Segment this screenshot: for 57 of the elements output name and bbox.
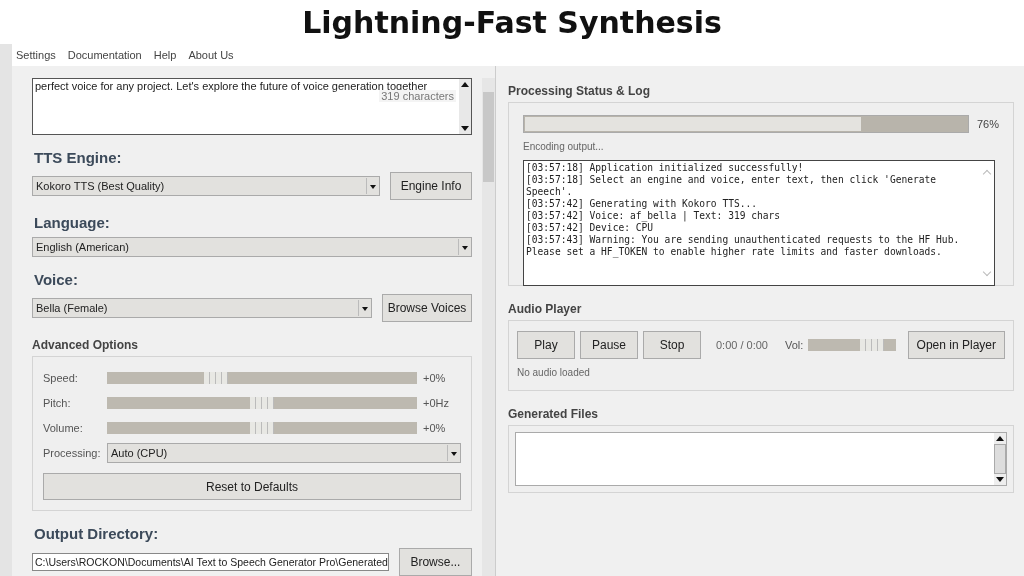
slider-label: Volume:	[43, 421, 84, 434]
log-line: [03:57:18] Select an engine and voice, enter text, then click 'Generate Speech'.	[526, 174, 938, 198]
player-button[interactable]: Pause	[580, 331, 638, 359]
engine-info-button[interactable]: Engine Info	[390, 172, 472, 200]
volume-slider[interactable]	[808, 339, 897, 351]
reset-button[interactable]: Reset to Defaults	[43, 473, 461, 500]
slider-value: +0%	[422, 371, 447, 384]
scrollbar[interactable]	[459, 79, 471, 134]
slider-label: Speed:	[43, 371, 79, 384]
player-button[interactable]: Play	[517, 331, 575, 359]
slider-thumb[interactable]	[203, 371, 228, 384]
slider-thumb[interactable]	[250, 421, 274, 434]
slider-thumb[interactable]	[859, 339, 884, 351]
menu-item[interactable]: Settings	[16, 49, 56, 61]
character-count: 319 characters	[379, 90, 456, 102]
log-line: [03:57:42] Device: CPU	[526, 222, 655, 234]
menu-item[interactable]: About Us	[188, 49, 234, 61]
processing-dropdown[interactable]: Auto (CPU)	[107, 442, 461, 463]
open-in-player-button[interactable]: Open in Player	[907, 331, 1005, 359]
group-title: Advanced Options	[32, 338, 139, 352]
slider[interactable]	[107, 396, 417, 409]
progress-value: 76%	[975, 118, 999, 130]
group-title: Processing Status & Log	[508, 84, 652, 98]
slider-thumb[interactable]	[250, 396, 274, 409]
menu-item[interactable]: Help	[153, 49, 177, 61]
slider[interactable]	[107, 421, 417, 434]
menu-item[interactable]: Documentation	[67, 49, 142, 61]
status-message: Encoding output...	[523, 141, 605, 152]
language-dropdown[interactable]: English (American)	[32, 237, 472, 257]
browse-button[interactable]: Browse...	[398, 548, 472, 576]
volume-label: Vol:	[785, 339, 804, 351]
slider-value: +0%	[422, 421, 447, 434]
section-label: TTS Engine:	[34, 149, 123, 166]
slider[interactable]	[107, 371, 417, 384]
voice-dropdown[interactable]: Bella (Female)	[32, 298, 372, 318]
scrollbar[interactable]	[482, 78, 495, 576]
banner-title: Lightning-Fast Synthesis	[302, 4, 722, 40]
player-status: No audio loaded	[517, 367, 591, 378]
scrollbar[interactable]	[994, 433, 1006, 485]
slider-value: +0Hz	[422, 396, 450, 409]
engine-dropdown[interactable]: Kokoro TTS (Best Quality)	[32, 176, 380, 196]
group-title: Generated Files	[508, 407, 600, 421]
text-input[interactable]: perfect voice for any project. Let's explore the future of voice generation together 319 characters	[32, 78, 472, 135]
section-label: Language:	[34, 214, 111, 231]
path-field[interactable]: C:\Users\ROCKON\Documents\AI Text to Speech Generator Pro\Generated	[32, 553, 389, 571]
player-button[interactable]: Stop	[643, 331, 701, 359]
field-label: Processing:	[43, 446, 102, 459]
browse-voices-button[interactable]: Browse Voices	[382, 294, 472, 322]
time-readout: 0:00 / 0:00	[716, 339, 768, 351]
log-line: [03:57:42] Voice: af_bella | Text: 319 chars	[526, 210, 782, 222]
log-line: [03:57:42] Generating with Kokoro TTS...	[526, 198, 759, 210]
log-line: [03:57:43] Warning: You are sending unauthenticated requests to the HF Hub. Please set a HF_TOKEN to enable higher rate limits and faster downloads.	[526, 234, 961, 258]
log-line: [03:57:18] Application initialized successfully!	[526, 162, 805, 174]
slider-label: Pitch:	[43, 396, 72, 409]
section-label: Output Directory:	[34, 525, 160, 542]
group-title: Audio Player	[508, 302, 583, 316]
section-label: Voice:	[34, 271, 79, 288]
